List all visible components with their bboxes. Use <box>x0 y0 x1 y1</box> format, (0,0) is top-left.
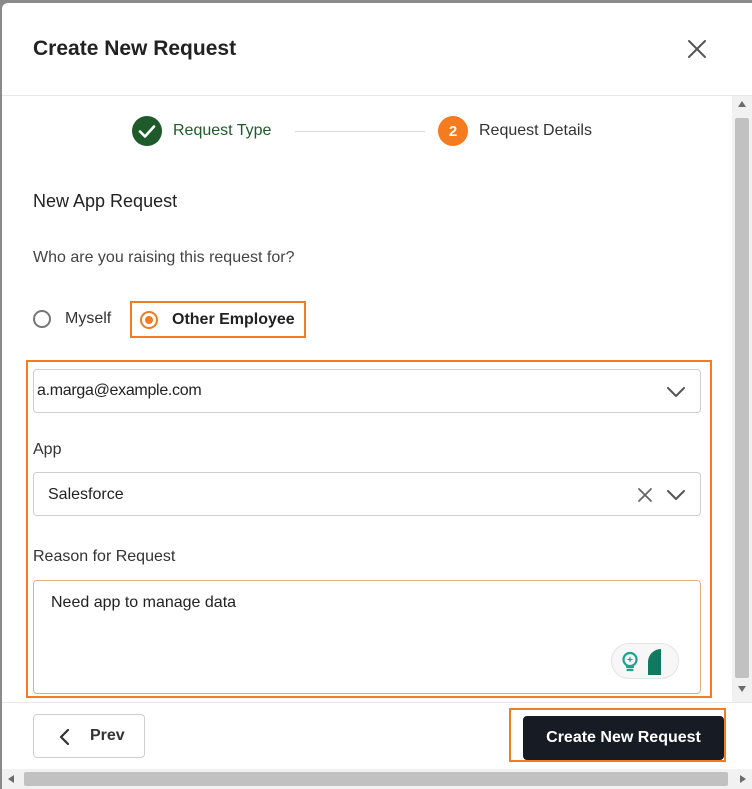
create-new-request-button[interactable]: Create New Request <box>523 716 724 760</box>
dialog-header: Create New Request <box>2 3 752 96</box>
radio-selected-icon[interactable] <box>140 310 158 329</box>
prev-button[interactable]: Prev <box>33 714 145 758</box>
clear-icon[interactable] <box>637 487 653 503</box>
radio-dot <box>145 315 153 324</box>
scroll-left-arrow-icon[interactable] <box>8 775 14 783</box>
check-icon <box>138 125 156 138</box>
create-request-dialog: Create New Request Request Type 2 Reques… <box>2 3 752 789</box>
horizontal-scrollbar[interactable] <box>2 769 752 789</box>
step-completed-indicator <box>132 116 162 146</box>
chevron-down-icon[interactable] <box>666 386 686 398</box>
app-label: App <box>33 441 62 458</box>
requester-question: Who are you raising this request for? <box>33 249 295 266</box>
radio-unselected-icon[interactable] <box>33 310 51 328</box>
step-request-type-label: Request Type <box>173 122 272 139</box>
reason-textarea-value: Need app to manage data <box>51 594 237 611</box>
chevron-left-icon <box>59 728 70 746</box>
radio-other-employee[interactable]: Other Employee <box>130 301 306 338</box>
step-number-badge: 2 <box>438 116 468 146</box>
scroll-down-arrow-icon[interactable] <box>738 686 746 692</box>
vertical-scrollbar[interactable] <box>732 96 752 702</box>
radio-myself-label: Myself <box>65 310 112 327</box>
employee-select-value: a.marga@example.com <box>37 382 202 399</box>
radio-other-employee-label: Other Employee <box>172 310 295 328</box>
vertical-scroll-thumb[interactable] <box>735 118 749 678</box>
ai-assist-widget[interactable] <box>611 643 679 679</box>
lightbulb-icon[interactable] <box>620 651 640 673</box>
step-request-details-label: Request Details <box>479 122 592 139</box>
horizontal-scroll-thumb[interactable] <box>24 772 728 786</box>
employee-select[interactable]: a.marga@example.com <box>33 369 701 413</box>
radio-myself[interactable]: Myself <box>33 308 111 330</box>
close-icon[interactable] <box>686 38 708 60</box>
chat-bubble-icon[interactable] <box>647 648 675 676</box>
dialog-body: Request Type 2 Request Details New App R… <box>2 96 732 702</box>
dialog-title: Create New Request <box>33 37 237 60</box>
section-title: New App Request <box>33 191 178 211</box>
reason-textarea[interactable]: Need app to manage data <box>33 580 701 694</box>
app-select-value: Salesforce <box>48 486 124 503</box>
scroll-up-arrow-icon[interactable] <box>738 101 746 107</box>
step-connector <box>295 131 425 132</box>
app-select[interactable]: Salesforce <box>33 472 701 516</box>
reason-label: Reason for Request <box>33 548 176 565</box>
create-button-highlight: Create New Request <box>509 708 726 762</box>
prev-button-label: Prev <box>90 727 125 744</box>
dialog-footer: Prev Create New Request <box>2 702 752 770</box>
chevron-down-icon[interactable] <box>666 489 686 501</box>
scroll-right-arrow-icon[interactable] <box>740 775 746 783</box>
